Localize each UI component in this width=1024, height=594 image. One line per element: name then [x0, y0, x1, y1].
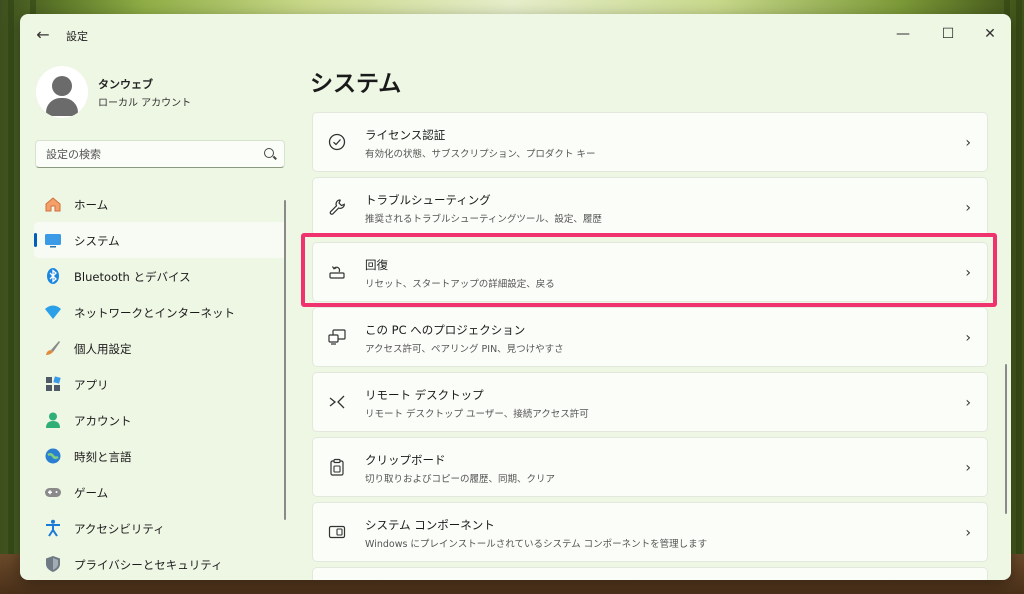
apps-icon: [44, 375, 62, 393]
user-name: タンウェブ: [98, 78, 153, 91]
chevron-right-icon: ›: [965, 460, 971, 476]
wrench-icon: [327, 197, 347, 217]
sidebar-item-privacy[interactable]: プライバシーとセキュリティ: [34, 546, 286, 580]
sidebar-item-label: 時刻と言語: [74, 450, 132, 464]
card-title: クリップボード: [365, 453, 446, 467]
avatar: [36, 66, 88, 118]
card-title: この PC へのプロジェクション: [365, 323, 526, 337]
sidebar-item-label: ホーム: [74, 198, 109, 212]
sidebar-item-system[interactable]: システム: [34, 222, 286, 258]
settings-card-partial[interactable]: [312, 567, 988, 580]
card-subtitle: 切り取りおよびコピーの履歴、同期、クリア: [365, 474, 556, 485]
shield-icon: [44, 555, 62, 573]
card-subtitle: アクセス許可、ペアリング PIN、見つけやすさ: [365, 344, 564, 355]
minimize-button[interactable]: —: [883, 20, 923, 48]
settings-card-system-components[interactable]: システム コンポーネント Windows にプレインストールされているシステム …: [312, 502, 988, 562]
card-title: リモート デスクトップ: [365, 388, 484, 402]
highlight-frame: [301, 233, 997, 307]
component-icon: [327, 522, 347, 542]
card-subtitle: Windows にプレインストールされているシステム コンポーネントを管理します: [365, 539, 708, 550]
chevron-right-icon: ›: [965, 135, 971, 151]
clipboard-icon: [327, 457, 347, 477]
search-icon[interactable]: [264, 148, 274, 158]
chevron-right-icon: ›: [965, 200, 971, 216]
sidebar-item-label: ネットワークとインターネット: [74, 306, 235, 320]
chevron-right-icon: ›: [965, 525, 971, 541]
system-icon: [44, 231, 62, 249]
sidebar-item-network[interactable]: ネットワークとインターネット: [34, 294, 286, 330]
sidebar-item-label: アプリ: [74, 378, 109, 392]
gaming-icon: [44, 483, 62, 501]
sidebar-item-label: アクセシビリティ: [74, 522, 165, 536]
projection-icon: [327, 327, 347, 347]
settings-card-activation[interactable]: ライセンス認証 有効化の状態、サブスクリプション、プロダクト キー ›: [312, 112, 988, 172]
brush-icon: [44, 339, 62, 357]
card-subtitle: 推奨されるトラブルシューティングツール、設定、履歴: [365, 214, 602, 225]
sidebar-item-label: 個人用設定: [74, 342, 132, 356]
network-icon: [44, 303, 62, 321]
check-circle-icon: [327, 132, 347, 152]
account-type: ローカル アカウント: [98, 98, 192, 109]
page-title: システム: [310, 71, 402, 97]
remote-desktop-icon: [327, 392, 347, 412]
sidebar-item-label: Bluetooth とデバイス: [74, 270, 191, 284]
search-box[interactable]: [35, 140, 285, 168]
card-subtitle: 有効化の状態、サブスクリプション、プロダクト キー: [365, 149, 596, 160]
accessibility-icon: [44, 519, 62, 537]
sidebar-item-gaming[interactable]: ゲーム: [34, 474, 286, 510]
close-button[interactable]: ✕: [970, 20, 1010, 48]
search-input[interactable]: [44, 144, 258, 164]
content-scrollbar[interactable]: [1005, 364, 1007, 514]
app-title: 設定: [66, 30, 88, 43]
chevron-right-icon: ›: [965, 395, 971, 411]
card-title: トラブルシューティング: [365, 193, 491, 207]
sidebar-item-label: アカウント: [74, 414, 132, 428]
back-button[interactable]: ←: [32, 24, 54, 46]
sidebar-item-label: プライバシーとセキュリティ: [74, 558, 223, 572]
sidebar-nav: ホーム システム Bluetooth とデバイス ネットワークとインターネット …: [34, 186, 286, 580]
settings-card-remote-desktop[interactable]: リモート デスクトップ リモート デスクトップ ユーザー、接続アクセス許可 ›: [312, 372, 988, 432]
sidebar-item-bluetooth[interactable]: Bluetooth とデバイス: [34, 258, 286, 294]
time-language-icon: [44, 447, 62, 465]
sidebar-item-apps[interactable]: アプリ: [34, 366, 286, 402]
settings-card-projection[interactable]: この PC へのプロジェクション アクセス許可、ペアリング PIN、見つけやすさ…: [312, 307, 988, 367]
maximize-button[interactable]: ☐: [928, 20, 968, 48]
settings-card-troubleshoot[interactable]: トラブルシューティング 推奨されるトラブルシューティングツール、設定、履歴 ›: [312, 177, 988, 237]
sidebar-item-accounts[interactable]: アカウント: [34, 402, 286, 438]
card-title: ライセンス認証: [365, 128, 446, 142]
sidebar-item-home[interactable]: ホーム: [34, 186, 286, 222]
card-title: システム コンポーネント: [365, 518, 495, 532]
home-icon: [44, 195, 62, 213]
sidebar-item-label: システム: [74, 234, 120, 248]
chevron-right-icon: ›: [965, 330, 971, 346]
settings-list: ライセンス認証 有効化の状態、サブスクリプション、プロダクト キー › トラブル…: [312, 112, 988, 580]
account-icon: [44, 411, 62, 429]
title-bar: ← 設定 — ☐ ✕: [20, 14, 1011, 54]
settings-window: ← 設定 — ☐ ✕ タンウェブ ローカル アカウント ホーム システム: [20, 14, 1011, 580]
card-subtitle: リモート デスクトップ ユーザー、接続アクセス許可: [365, 409, 589, 420]
settings-card-clipboard[interactable]: クリップボード 切り取りおよびコピーの履歴、同期、クリア ›: [312, 437, 988, 497]
sidebar-item-personalization[interactable]: 個人用設定: [34, 330, 286, 366]
bluetooth-icon: [44, 267, 62, 285]
sidebar-scrollbar[interactable]: [284, 200, 286, 520]
sidebar-item-label: ゲーム: [74, 486, 109, 500]
sidebar-item-accessibility[interactable]: アクセシビリティ: [34, 510, 286, 546]
sidebar-item-time-language[interactable]: 時刻と言語: [34, 438, 286, 474]
